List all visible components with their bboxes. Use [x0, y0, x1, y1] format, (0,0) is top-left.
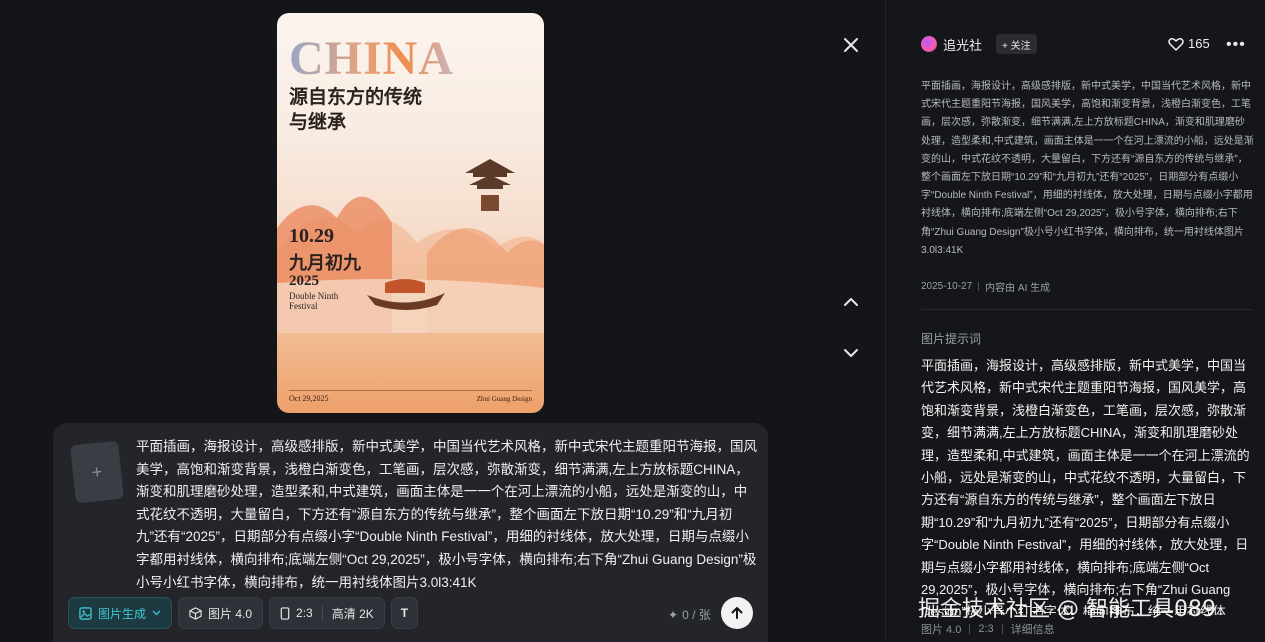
prompt-input[interactable]: 平面插画，海报设计，高级感排版，新中式美学，中国当代艺术风格，新中式宋代主题重阳… [136, 436, 758, 594]
send-button[interactable] [721, 597, 753, 629]
cube-icon [189, 606, 202, 620]
detail-panel: 追光社 + 关注 165 ••• 平面插画，海报设计，高级感排版，新中式美学，中… [885, 0, 1265, 642]
poster-footer-date: Oct 29,2025 [289, 394, 329, 403]
aspect-ratio-icon [280, 606, 290, 620]
follow-button[interactable]: + 关注 [996, 34, 1037, 54]
heart-icon [1168, 37, 1184, 51]
prompt-composer: + 平面插画，海报设计，高级感排版，新中式美学，中国当代艺术风格，新中式宋代主题… [53, 423, 768, 642]
like-count: 165 [1188, 36, 1210, 51]
divider [321, 606, 323, 620]
text-tool-button[interactable]: T [390, 597, 419, 629]
poster-footer-brand: Zhui Guang Design [476, 395, 532, 403]
chevron-up-icon[interactable] [837, 288, 865, 316]
arrow-up-icon [731, 607, 743, 619]
text-format-icon: T [400, 606, 409, 620]
composer-toolbar: 图片生成 图片 4.0 2:3 高清 2K T [68, 597, 419, 629]
section-divider [921, 309, 1253, 310]
poster-date-lunar: 九月初九 [289, 253, 361, 274]
author-row: 追光社 + 关注 [921, 34, 1037, 54]
app-root: CHINA 源自东方的传统与继承 10.29 九月初九 2025 Double … [0, 0, 1265, 642]
add-reference-image-button[interactable]: + [70, 440, 124, 504]
poster-headline: CHINA [289, 32, 455, 85]
poster-image[interactable]: CHINA 源自东方的传统与继承 10.29 九月初九 2025 Double … [277, 13, 544, 413]
watermark: 掘金技术社区 @ 智能工具089 [918, 597, 1216, 622]
counter-label: 0 / 张 [682, 608, 711, 622]
avatar[interactable] [921, 36, 937, 52]
image-prompt-text: 平面插画，海报设计，高级感排版，新中式美学，中国当代艺术风格，新中式宋代主题重阳… [921, 358, 1250, 615]
details-link[interactable]: 详细信息 [1011, 621, 1055, 637]
like-button[interactable]: 165 [1168, 36, 1210, 51]
more-icon[interactable]: ••• [1226, 36, 1246, 54]
quality-label: 高清 2K [331, 606, 374, 621]
poster-title: 源自东方的传统与继承 [289, 86, 423, 133]
image-meta: 图片 4.0 2:3 详细信息 [921, 621, 1055, 637]
post-meta: 2025-10-27 内容由 AI 生成 [921, 279, 1050, 294]
generation-counter: ✦ 0 / 张 [668, 606, 711, 623]
poster-date-number: 10.29 [289, 225, 334, 247]
ai-generated-note: 内容由 AI 生成 [985, 283, 1051, 294]
mode-label: 图片生成 [98, 606, 147, 621]
author-name[interactable]: 追光社 [943, 35, 982, 54]
mode-select[interactable]: 图片生成 [68, 597, 173, 629]
image-model: 图片 4.0 [921, 624, 962, 636]
model-label: 图片 4.0 [208, 606, 253, 621]
ratio-quality-select[interactable]: 2:3 高清 2K [269, 597, 385, 629]
model-select[interactable]: 图片 4.0 [178, 597, 264, 629]
close-icon[interactable] [837, 31, 865, 59]
ratio-label: 2:3 [296, 606, 313, 620]
poster-festival: Double Ninth Festival [289, 291, 339, 311]
sparkle-icon: ✦ [668, 607, 679, 622]
image-viewer: CHINA 源自东方的传统与继承 10.29 九月初九 2025 Double … [0, 0, 885, 642]
plus-icon: + [90, 461, 104, 482]
divider [969, 624, 971, 634]
section-title: 图片提示词 [921, 332, 982, 346]
chevron-down-icon[interactable] [837, 339, 865, 367]
divider [978, 282, 980, 291]
image-icon [79, 606, 92, 620]
poster-footer-rule [289, 390, 532, 391]
divider [1001, 624, 1003, 634]
chevron-down-icon [152, 610, 161, 616]
image-ratio: 2:3 [978, 623, 994, 635]
post-date: 2025-10-27 [921, 281, 973, 292]
description-text: 平面插画，海报设计，高级感排版，新中式美学，中国当代艺术风格，新中式宋代主题重阳… [921, 81, 1254, 256]
poster-year: 2025 [289, 273, 319, 289]
